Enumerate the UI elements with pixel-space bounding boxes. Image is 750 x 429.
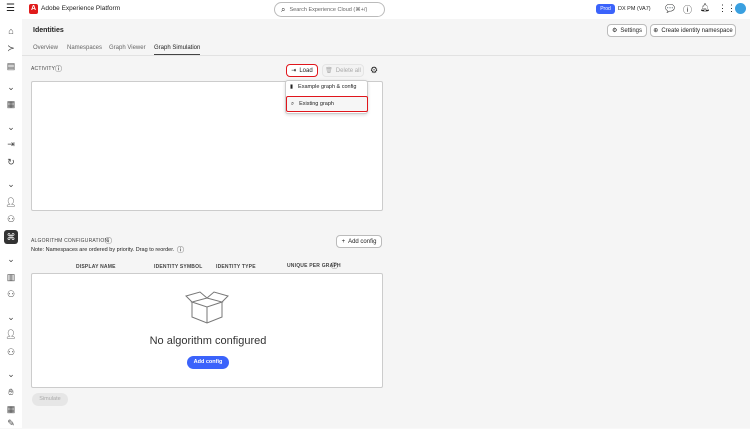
feedback-icon[interactable]: 💬 bbox=[665, 4, 675, 13]
search-icon: ⌕ bbox=[281, 4, 286, 14]
activity-label: ACTIVITY bbox=[31, 66, 56, 72]
user-icon[interactable]: 👤︎ bbox=[5, 328, 17, 340]
table-icon[interactable]: ▦ bbox=[5, 403, 17, 415]
env-badge[interactable]: Prod bbox=[596, 4, 615, 14]
plus-icon: + bbox=[341, 238, 346, 245]
column-identity-symbol: IDENTITY SYMBOL bbox=[154, 264, 203, 270]
search-input[interactable]: ⌕ Search Experience Cloud (⌘+/) bbox=[274, 2, 385, 17]
info-icon[interactable]: ⓘ bbox=[177, 245, 184, 255]
search-placeholder: Search Experience Cloud (⌘+/) bbox=[289, 6, 368, 13]
column-identity-type: IDENTITY TYPE bbox=[216, 264, 256, 270]
refresh-icon[interactable]: ↻ bbox=[5, 156, 17, 168]
info-icon[interactable]: ⓘ bbox=[331, 261, 338, 271]
column-display-name: DISPLAY NAME bbox=[76, 264, 116, 270]
search-icon: ⌕ bbox=[291, 100, 295, 107]
adobe-logo-icon: A bbox=[29, 4, 38, 14]
sources-icon[interactable]: ⇥ bbox=[5, 138, 17, 150]
dashboard-icon[interactable]: ▦ bbox=[5, 98, 17, 110]
menu-item-example-graph[interactable]: ▮ Example graph & config bbox=[290, 84, 356, 90]
delete-label: Delete all bbox=[335, 67, 361, 74]
tab-graph-simulation[interactable]: Graph Simulation bbox=[154, 45, 201, 55]
journey-icon[interactable]: ≻ bbox=[5, 42, 17, 54]
load-label: Load bbox=[299, 67, 313, 74]
tab-overview[interactable]: Overview bbox=[33, 45, 58, 51]
trash-icon: 🗑︎ bbox=[325, 68, 333, 74]
settings-label: Settings bbox=[620, 27, 643, 34]
identities-icon[interactable]: ⌘ bbox=[4, 230, 18, 244]
home-icon[interactable]: ⌂ bbox=[5, 25, 17, 37]
chevron-down-icon[interactable]: ⌄ bbox=[5, 368, 17, 380]
load-button[interactable]: ⇥ Load bbox=[286, 64, 318, 77]
chevron-down-icon[interactable]: ⌄ bbox=[5, 253, 17, 265]
groups-icon[interactable]: ⚇ bbox=[5, 346, 17, 358]
empty-box-icon bbox=[185, 291, 229, 324]
profile-icon[interactable]: 👤︎ bbox=[5, 196, 17, 208]
delete-all-button[interactable]: 🗑︎ Delete all bbox=[322, 64, 364, 77]
menu-item-label: Example graph & config bbox=[298, 84, 357, 90]
add-circle-icon: ⊕ bbox=[653, 28, 659, 34]
edit-icon[interactable]: ✎ bbox=[5, 417, 17, 429]
tabs-divider bbox=[22, 55, 750, 56]
import-icon: ⇥ bbox=[291, 68, 297, 74]
add-config-button[interactable]: + Add config bbox=[336, 235, 382, 248]
bell-icon[interactable]: 🔔︎ bbox=[700, 3, 710, 12]
settings-button[interactable]: ⚙ Settings bbox=[607, 24, 647, 37]
chevron-down-icon[interactable]: ⌄ bbox=[5, 81, 17, 93]
chevron-down-icon[interactable]: ⌄ bbox=[5, 311, 17, 323]
menu-item-existing-graph[interactable]: ⌕ Existing graph bbox=[286, 96, 368, 112]
simulate-button[interactable]: Simulate bbox=[32, 393, 68, 406]
privacy-icon[interactable]: ✋︎ bbox=[5, 386, 17, 398]
chevron-down-icon[interactable]: ⌄ bbox=[5, 121, 17, 133]
empty-add-config-button[interactable]: Add config bbox=[187, 356, 229, 369]
top-bar: ☰ A Adobe Experience Platform ⌕ Search E… bbox=[0, 0, 750, 19]
catalog-icon[interactable]: ▤ bbox=[5, 60, 17, 72]
gear-icon[interactable]: ⚙ bbox=[370, 65, 378, 76]
info-icon[interactable]: ⓘ bbox=[55, 64, 62, 74]
app-title: Adobe Experience Platform bbox=[41, 5, 121, 12]
algorithm-table-empty: No algorithm configured Add config bbox=[31, 273, 383, 388]
menu-icon[interactable]: ☰ bbox=[6, 3, 15, 14]
info-icon[interactable]: ⓘ bbox=[105, 236, 112, 246]
algorithm-label: ALGORITHM CONFIGURATION bbox=[31, 238, 109, 244]
help-icon[interactable]: ⓘ bbox=[683, 3, 692, 16]
add-config-label: Add config bbox=[348, 238, 377, 245]
load-menu: ▮ Example graph & config ⌕ Existing graph bbox=[285, 80, 368, 114]
avatar[interactable] bbox=[735, 3, 746, 14]
left-nav: ⌂ ≻ ▤ ⌄ ▦ ⌄ ⇥ ↻ ⌄ 👤︎ ⚇ ⌘ ⌄ ▥ ⚇ ⌄ 👤︎ ⚇ ⌄ … bbox=[0, 19, 22, 428]
org-switcher[interactable]: DX PM (VA7) bbox=[618, 6, 651, 12]
create-namespace-button[interactable]: ⊕ Create identity namespace bbox=[650, 24, 736, 37]
segments-icon[interactable]: ⚇ bbox=[5, 213, 17, 225]
chevron-down-icon[interactable]: ⌄ bbox=[5, 178, 17, 190]
apps-grid-icon[interactable]: ⋮⋮ bbox=[718, 3, 736, 14]
document-icon: ▮ bbox=[290, 84, 294, 90]
empty-state-text: No algorithm configured bbox=[149, 335, 267, 347]
tab-graph-viewer[interactable]: Graph Viewer bbox=[109, 45, 146, 51]
audiences-icon[interactable]: ⚇ bbox=[5, 288, 17, 300]
tab-namespaces[interactable]: Namespaces bbox=[67, 45, 102, 51]
menu-item-label: Existing graph bbox=[299, 101, 334, 107]
main-content: Identities ⚙ Settings ⊕ Create identity na… bbox=[22, 19, 750, 428]
analytics-icon[interactable]: ▥ bbox=[5, 271, 17, 283]
gear-icon: ⚙ bbox=[611, 28, 618, 34]
page-title: Identities bbox=[33, 27, 64, 34]
create-label: Create identity namespace bbox=[661, 27, 733, 34]
algorithm-note: Note: Namespaces are ordered by priority… bbox=[31, 247, 175, 253]
